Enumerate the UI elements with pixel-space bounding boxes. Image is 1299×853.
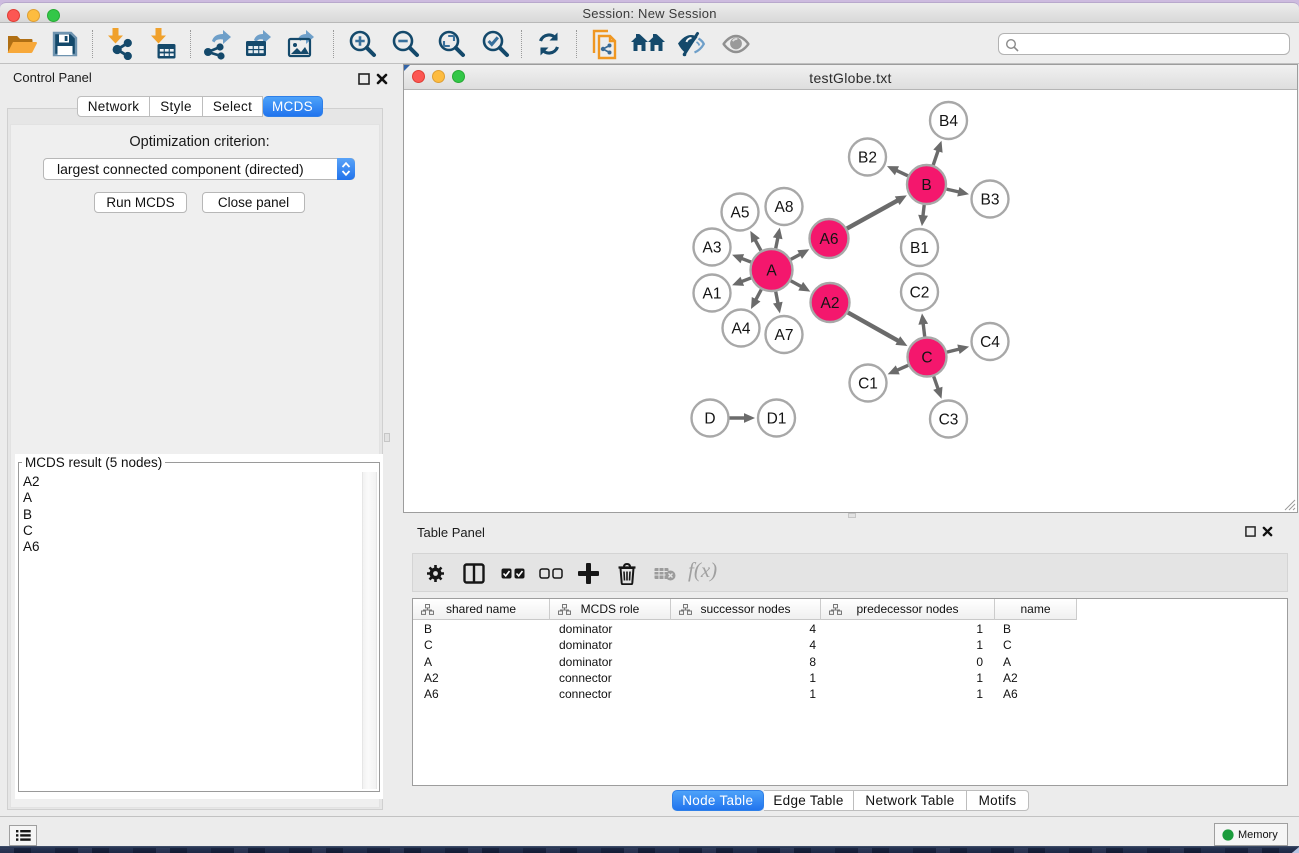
svg-text:B2: B2 — [858, 150, 877, 167]
svg-text:C2: C2 — [910, 285, 930, 302]
svg-text:A5: A5 — [731, 205, 750, 222]
svg-text:B1: B1 — [910, 240, 929, 257]
svg-text:A3: A3 — [703, 240, 722, 257]
svg-text:A4: A4 — [732, 321, 751, 338]
svg-text:D1: D1 — [767, 411, 787, 428]
svg-text:B3: B3 — [981, 192, 1000, 209]
svg-text:C4: C4 — [980, 334, 1000, 351]
svg-text:A1: A1 — [703, 286, 722, 303]
svg-text:C1: C1 — [858, 376, 878, 393]
svg-text:B: B — [921, 177, 931, 194]
svg-text:D: D — [704, 411, 715, 428]
svg-text:A7: A7 — [775, 327, 794, 344]
svg-text:B4: B4 — [939, 113, 958, 130]
svg-text:A8: A8 — [775, 199, 794, 216]
svg-text:A6: A6 — [820, 231, 839, 248]
svg-text:A: A — [766, 263, 777, 280]
svg-text:C3: C3 — [939, 412, 959, 429]
svg-text:C: C — [921, 350, 932, 367]
svg-text:A2: A2 — [821, 295, 840, 312]
